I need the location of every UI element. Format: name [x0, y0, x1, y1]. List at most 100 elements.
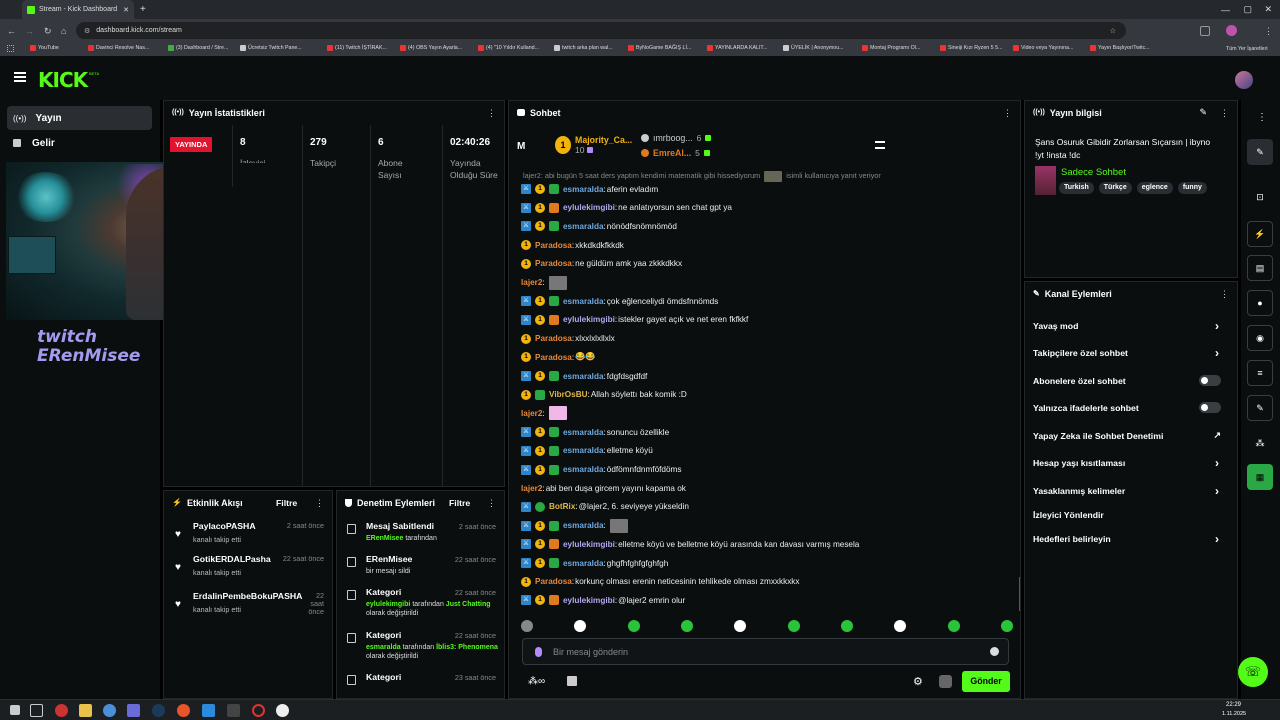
- task-view-icon[interactable]: [30, 704, 43, 717]
- chat-message[interactable]: ⚔ 1 esmaralda:: [521, 518, 628, 534]
- channel-action-row[interactable]: Yasaklanmış kelimeler ›: [1033, 477, 1229, 504]
- extensions-icon[interactable]: [1200, 26, 1210, 36]
- close-tab-icon[interactable]: ✕: [123, 6, 129, 14]
- chat-message[interactable]: ⚔ 1 esmaralda: sonuncu özellikle: [521, 424, 669, 440]
- chat-username[interactable]: lajer2: [521, 484, 542, 493]
- emoji-button-icon[interactable]: [990, 647, 999, 656]
- chat-message[interactable]: 1 Paradosa: 😂😂: [521, 349, 596, 365]
- chat-menu-icon[interactable]: ⋮: [1003, 108, 1012, 119]
- quick-emote-icon[interactable]: [627, 620, 640, 632]
- reload-button[interactable]: ↻: [44, 26, 52, 37]
- activity-menu-icon[interactable]: ⋮: [315, 498, 324, 509]
- bookmark-item[interactable]: (4) "10 Yıldır Kulland...: [478, 45, 539, 51]
- channel-action-row[interactable]: Hesap yaşı kısıtlaması ›: [1033, 449, 1229, 476]
- home-button[interactable]: ⌂: [61, 26, 66, 36]
- moderation-user[interactable]: ERenMisee: [366, 535, 403, 542]
- taskbar-steam-icon[interactable]: [152, 704, 165, 717]
- site-info-icon[interactable]: ⚙: [84, 27, 90, 35]
- chat-username[interactable]: eylulekimgibi: [563, 315, 615, 324]
- edit-pencil-icon[interactable]: ✎: [1199, 107, 1207, 118]
- profile-avatar[interactable]: [1226, 25, 1237, 36]
- window-minimize-button[interactable]: —: [1221, 5, 1230, 15]
- chat-username[interactable]: Paradosa: [535, 334, 572, 343]
- window-close-button[interactable]: ✕: [1264, 4, 1272, 15]
- chat-username[interactable]: Paradosa: [535, 353, 572, 362]
- rail-wrench-icon[interactable]: ✎: [1247, 395, 1273, 421]
- channel-action-row[interactable]: Hedefleri belirleyin ›: [1033, 525, 1229, 552]
- channel-action-row[interactable]: Takipçilere özel sohbet ›: [1033, 339, 1229, 366]
- chat-username[interactable]: esmaralda: [563, 465, 604, 474]
- channel-action-row[interactable]: İzleyici Yönlendir: [1033, 501, 1229, 528]
- channel-action-row[interactable]: Yapay Zeka ile Sohbet Denetimi ↗: [1033, 422, 1229, 449]
- chat-username[interactable]: eylulekimgibi: [563, 203, 615, 212]
- chat-message[interactable]: ⚔ 1 esmaralda: aferin evladım: [521, 181, 658, 197]
- mod-tools-icon[interactable]: ⁂∞: [528, 676, 545, 687]
- taskbar-app-8-icon[interactable]: [227, 704, 240, 717]
- chat-username[interactable]: eylulekimgibi: [563, 596, 615, 605]
- chat-message[interactable]: 1 Paradosa: korkunç olması erenin neticesi…: [521, 574, 800, 590]
- chat-username[interactable]: Paradosa: [535, 241, 572, 250]
- chat-message[interactable]: ⚔ 1 esmaralda: elletme köyü: [521, 443, 653, 459]
- stream-tag[interactable]: funny: [1177, 182, 1207, 194]
- rail-clapper-icon[interactable]: ▦: [1247, 464, 1273, 490]
- rail-expand-icon[interactable]: ⊡: [1247, 184, 1273, 210]
- channel-action-row[interactable]: Yavaş mod ›: [1033, 312, 1229, 339]
- taskbar-app-7-icon[interactable]: [202, 704, 215, 717]
- stats-menu-icon[interactable]: ⋮: [487, 108, 496, 119]
- chat-username[interactable]: esmaralda: [563, 372, 604, 381]
- rail-kebab-icon[interactable]: ⋮: [1257, 112, 1267, 123]
- quick-emote-icon[interactable]: [947, 620, 960, 632]
- bookmark-item[interactable]: Sineiji Kızı Ryzen 5 5...: [940, 45, 1002, 51]
- quick-emote-icon[interactable]: [840, 620, 853, 632]
- browser-tab[interactable]: Stream - Kick Dashboard ✕: [22, 0, 134, 19]
- chat-message[interactable]: ⚔ 1 eylulekimgibi: @lajer2 emrin olur: [521, 592, 685, 608]
- bookmark-item[interactable]: Davinci Resolve Nas...: [88, 45, 149, 51]
- moderation-user[interactable]: esmaralda: [366, 644, 401, 651]
- chat-username[interactable]: BotRix: [549, 502, 575, 511]
- quick-emote-icon[interactable]: [894, 620, 907, 632]
- new-tab-button[interactable]: +: [140, 4, 146, 15]
- bookmark-item[interactable]: Ücretsiz Twitch Pane...: [240, 45, 302, 51]
- bot-icon[interactable]: [939, 675, 952, 688]
- leaderboard-third[interactable]: EmreAl... 5: [641, 148, 710, 158]
- start-icon[interactable]: [10, 705, 20, 715]
- leaderboard-second[interactable]: ımrboog... 6: [641, 133, 712, 143]
- bookmark-item[interactable]: (4) OBS Yayın Ayarla...: [400, 45, 462, 51]
- chat-message[interactable]: ⚔ 1 esmaralda: ghgfhfghfgfghfgh: [521, 555, 668, 571]
- bookmark-item[interactable]: YouTube: [30, 45, 59, 51]
- stream-category[interactable]: Sadece Sohbet: [1061, 167, 1126, 178]
- mic-icon[interactable]: [535, 646, 542, 657]
- chat-input-box[interactable]: Bir mesaj gönderin: [522, 638, 1009, 665]
- taskbar-chrome-icon[interactable]: [103, 704, 116, 717]
- bookmark-item[interactable]: twitch arka plan wal...: [554, 45, 613, 51]
- chat-message[interactable]: 1 Paradosa: xkkdkdkfkkdk: [521, 237, 624, 253]
- stream-tag[interactable]: Türkçe: [1098, 182, 1132, 194]
- chat-username[interactable]: esmaralda: [563, 446, 604, 455]
- chat-message[interactable]: ⚔ BotRix: @lajer2, 6. seviyeye yükseldin: [521, 499, 689, 515]
- taskbar-app-1-icon[interactable]: [55, 704, 68, 717]
- bookmark-item[interactable]: ByNoGame BAĞIŞ Lİ...: [628, 45, 691, 51]
- sidebar-item-gelir[interactable]: Gelir: [7, 131, 152, 155]
- apps-icon[interactable]: [7, 45, 14, 52]
- chat-message[interactable]: ⚔ 1 eylulekimgibi: istekler gayet açık ve n…: [521, 312, 748, 328]
- chat-message[interactable]: ⚔ 1 eylulekimgibi: elletme köyü ve belletme…: [521, 536, 859, 552]
- chat-message[interactable]: 1 Paradosa: ne güldüm amk yaa zkkkdkkx: [521, 256, 682, 272]
- window-maximize-button[interactable]: ▢: [1243, 4, 1252, 15]
- chat-settings-icon[interactable]: ⚙: [913, 675, 923, 688]
- chat-username[interactable]: eylulekimgibi: [563, 540, 615, 549]
- rail-list-icon[interactable]: ≡: [1247, 360, 1273, 386]
- chat-message[interactable]: lajer2:: [521, 405, 567, 421]
- all-bookmarks[interactable]: Tüm Yer İşaretleri: [1226, 46, 1268, 52]
- rail-edit-icon[interactable]: ✎: [1247, 139, 1273, 165]
- moderation-menu-icon[interactable]: ⋮: [487, 498, 496, 509]
- quick-emote-icon[interactable]: [734, 620, 747, 632]
- leaderboard-first[interactable]: 1 Majority_Ca... 10: [555, 135, 632, 155]
- store-icon[interactable]: [567, 676, 577, 686]
- bookmark-item[interactable]: Yayın Başlıyor/Twitc...: [1090, 45, 1150, 51]
- rail-broadcast-icon[interactable]: ◉: [1247, 325, 1273, 351]
- hamburger-menu-icon[interactable]: [14, 72, 26, 82]
- taskbar-obs-icon[interactable]: [276, 704, 289, 717]
- channel-action-row[interactable]: Yalnızca ifadelerle sohbet: [1033, 394, 1229, 421]
- chat-username[interactable]: VibrOsBU: [549, 390, 588, 399]
- rail-chat-icon[interactable]: ●: [1247, 290, 1273, 316]
